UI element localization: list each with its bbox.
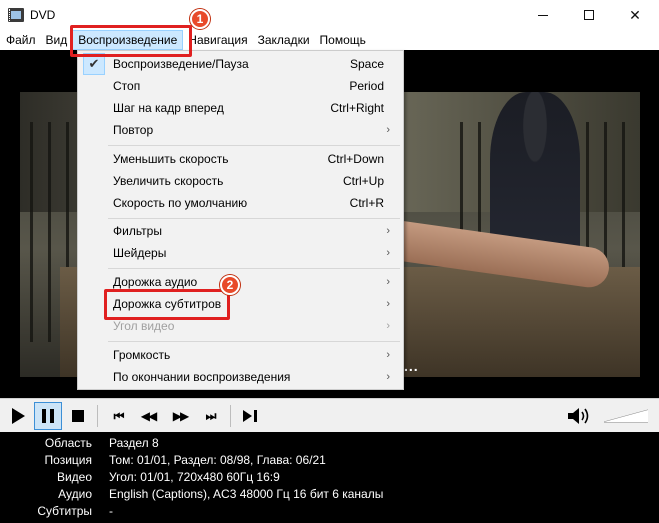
info-key: Область: [44, 436, 92, 450]
minimize-icon: [538, 14, 548, 16]
playback-controls: ⏮ ◀◀ ▶▶ ⏭: [0, 398, 659, 432]
app-film-icon: [8, 7, 25, 23]
stop-icon: [72, 410, 84, 422]
menu-item-label: По окончании воспроизведения: [113, 370, 291, 384]
menu-help[interactable]: Помощь: [315, 30, 371, 50]
menu-view[interactable]: Вид: [41, 30, 73, 50]
menu-item-label: Увеличить скорость: [113, 174, 224, 188]
menu-navigation[interactable]: Навигация: [183, 30, 252, 50]
video-overlay-text: ...: [404, 358, 419, 374]
menu-separator: [108, 145, 400, 146]
fast-forward-icon: ▶▶: [172, 409, 190, 423]
menu-item-shortcut: Ctrl+Up: [342, 174, 384, 188]
close-icon: ✕: [629, 6, 641, 23]
submenu-arrow-icon: ›: [386, 349, 390, 361]
play-icon: [11, 408, 25, 424]
playback-dropdown-menu: ✔ Воспроизведение/Пауза Space Стоп Perio…: [77, 50, 404, 390]
menu-item-volume[interactable]: Громкость ›: [79, 344, 402, 366]
menu-item-filters[interactable]: Фильтры ›: [79, 220, 402, 242]
menu-item-decrease-speed[interactable]: Уменьшить скорость Ctrl+Down: [79, 148, 402, 170]
toolbar-divider: [97, 405, 98, 427]
stop-button[interactable]: [64, 402, 92, 430]
info-row-audio: Аудио English (Captions), AC3 48000 Гц 1…: [0, 486, 659, 503]
volume-slider[interactable]: [604, 409, 648, 423]
menu-item-shortcut: Period: [349, 79, 384, 93]
annotation-step-1: 1: [190, 9, 210, 29]
info-key: Позиция: [44, 453, 92, 467]
info-value: -: [109, 504, 113, 518]
menu-item-default-speed[interactable]: Скорость по умолчанию Ctrl+R: [79, 192, 402, 214]
info-row-video: Видео Угол: 01/01, 720x480 60Гц 16:9: [0, 469, 659, 486]
maximize-icon: [584, 10, 594, 20]
menu-item-label: Фильтры: [113, 224, 162, 238]
menu-item-increase-speed[interactable]: Увеличить скорость Ctrl+Up: [79, 170, 402, 192]
previous-chapter-button[interactable]: ⏮: [104, 402, 132, 430]
menu-separator: [108, 268, 400, 269]
menu-file[interactable]: Файл: [0, 30, 41, 50]
skip-forward-icon: ⏭: [205, 408, 217, 423]
menu-separator: [108, 341, 400, 342]
toolbar-divider: [230, 405, 231, 427]
menu-bookmarks[interactable]: Закладки: [253, 30, 315, 50]
menu-item-stop[interactable]: Стоп Period: [79, 75, 402, 97]
menu-item-shortcut: Space: [349, 57, 384, 71]
close-button[interactable]: ✕: [612, 0, 658, 30]
submenu-arrow-icon: ›: [386, 276, 390, 288]
info-row-domain: Область Раздел 8: [0, 435, 659, 452]
info-value: English (Captions), AC3 48000 Гц 16 бит …: [109, 487, 384, 501]
submenu-arrow-icon: ›: [386, 247, 390, 259]
annotation-highlight-subtitle-track: [104, 289, 230, 320]
submenu-arrow-icon: ›: [386, 320, 390, 332]
play-button[interactable]: [4, 402, 32, 430]
menu-item-repeat[interactable]: Повтор ›: [79, 119, 402, 141]
info-key: Аудио: [58, 487, 92, 501]
menu-item-label: Скорость по умолчанию: [113, 196, 248, 210]
submenu-arrow-icon: ›: [386, 371, 390, 383]
menu-item-shortcut: Ctrl+Down: [327, 152, 384, 166]
menu-item-shortcut: Ctrl+R: [349, 196, 384, 210]
next-chapter-button[interactable]: ⏭: [196, 402, 224, 430]
maximize-button[interactable]: [566, 0, 612, 30]
skip-back-icon: ⏮: [113, 408, 125, 423]
pause-icon: [42, 409, 54, 423]
info-row-position: Позиция Том: 01/01, Раздел: 08/98, Глава…: [0, 452, 659, 469]
info-row-subtitles: Субтитры -: [0, 503, 659, 520]
window-title: DVD: [30, 8, 56, 22]
menu-item-label: Стоп: [113, 79, 141, 93]
frame-step-icon: [243, 410, 257, 422]
info-value: Раздел 8: [109, 436, 159, 450]
menu-item-label: Шаг на кадр вперед: [113, 101, 224, 115]
volume-icon[interactable]: [566, 406, 594, 426]
minimize-button[interactable]: [520, 0, 566, 30]
menu-item-shaders[interactable]: Шейдеры ›: [79, 242, 402, 264]
submenu-arrow-icon: ›: [386, 124, 390, 136]
info-value: Угол: 01/01, 720x480 60Гц 16:9: [109, 470, 280, 484]
fast-forward-button[interactable]: ▶▶: [166, 402, 194, 430]
rewind-icon: ◀◀: [140, 409, 158, 423]
submenu-arrow-icon: ›: [386, 225, 390, 237]
info-key: Видео: [56, 470, 92, 484]
info-panel: Область Раздел 8 Позиция Том: 01/01, Раз…: [0, 432, 659, 523]
info-value: Том: 01/01, Раздел: 08/98, Глава: 06/21: [109, 453, 326, 467]
menu-item-frame-step[interactable]: Шаг на кадр вперед Ctrl+Right: [79, 97, 402, 119]
menu-item-label: Уменьшить скорость: [113, 152, 229, 166]
menu-item-shortcut: Ctrl+Right: [330, 101, 384, 115]
submenu-arrow-icon: ›: [386, 298, 390, 310]
rewind-button[interactable]: ◀◀: [134, 402, 162, 430]
annotation-highlight-playback-menu: [70, 25, 192, 57]
menu-separator: [108, 218, 400, 219]
annotation-step-2: 2: [220, 275, 240, 295]
menu-item-label: Громкость: [113, 348, 171, 362]
menu-item-label: Повтор: [113, 123, 154, 137]
info-key: Субтитры: [37, 504, 92, 518]
menu-item-label: Шейдеры: [113, 246, 167, 260]
pause-button[interactable]: [34, 402, 62, 430]
frame-step-button[interactable]: [236, 402, 264, 430]
menu-item-after-playback[interactable]: По окончании воспроизведения ›: [79, 366, 402, 388]
